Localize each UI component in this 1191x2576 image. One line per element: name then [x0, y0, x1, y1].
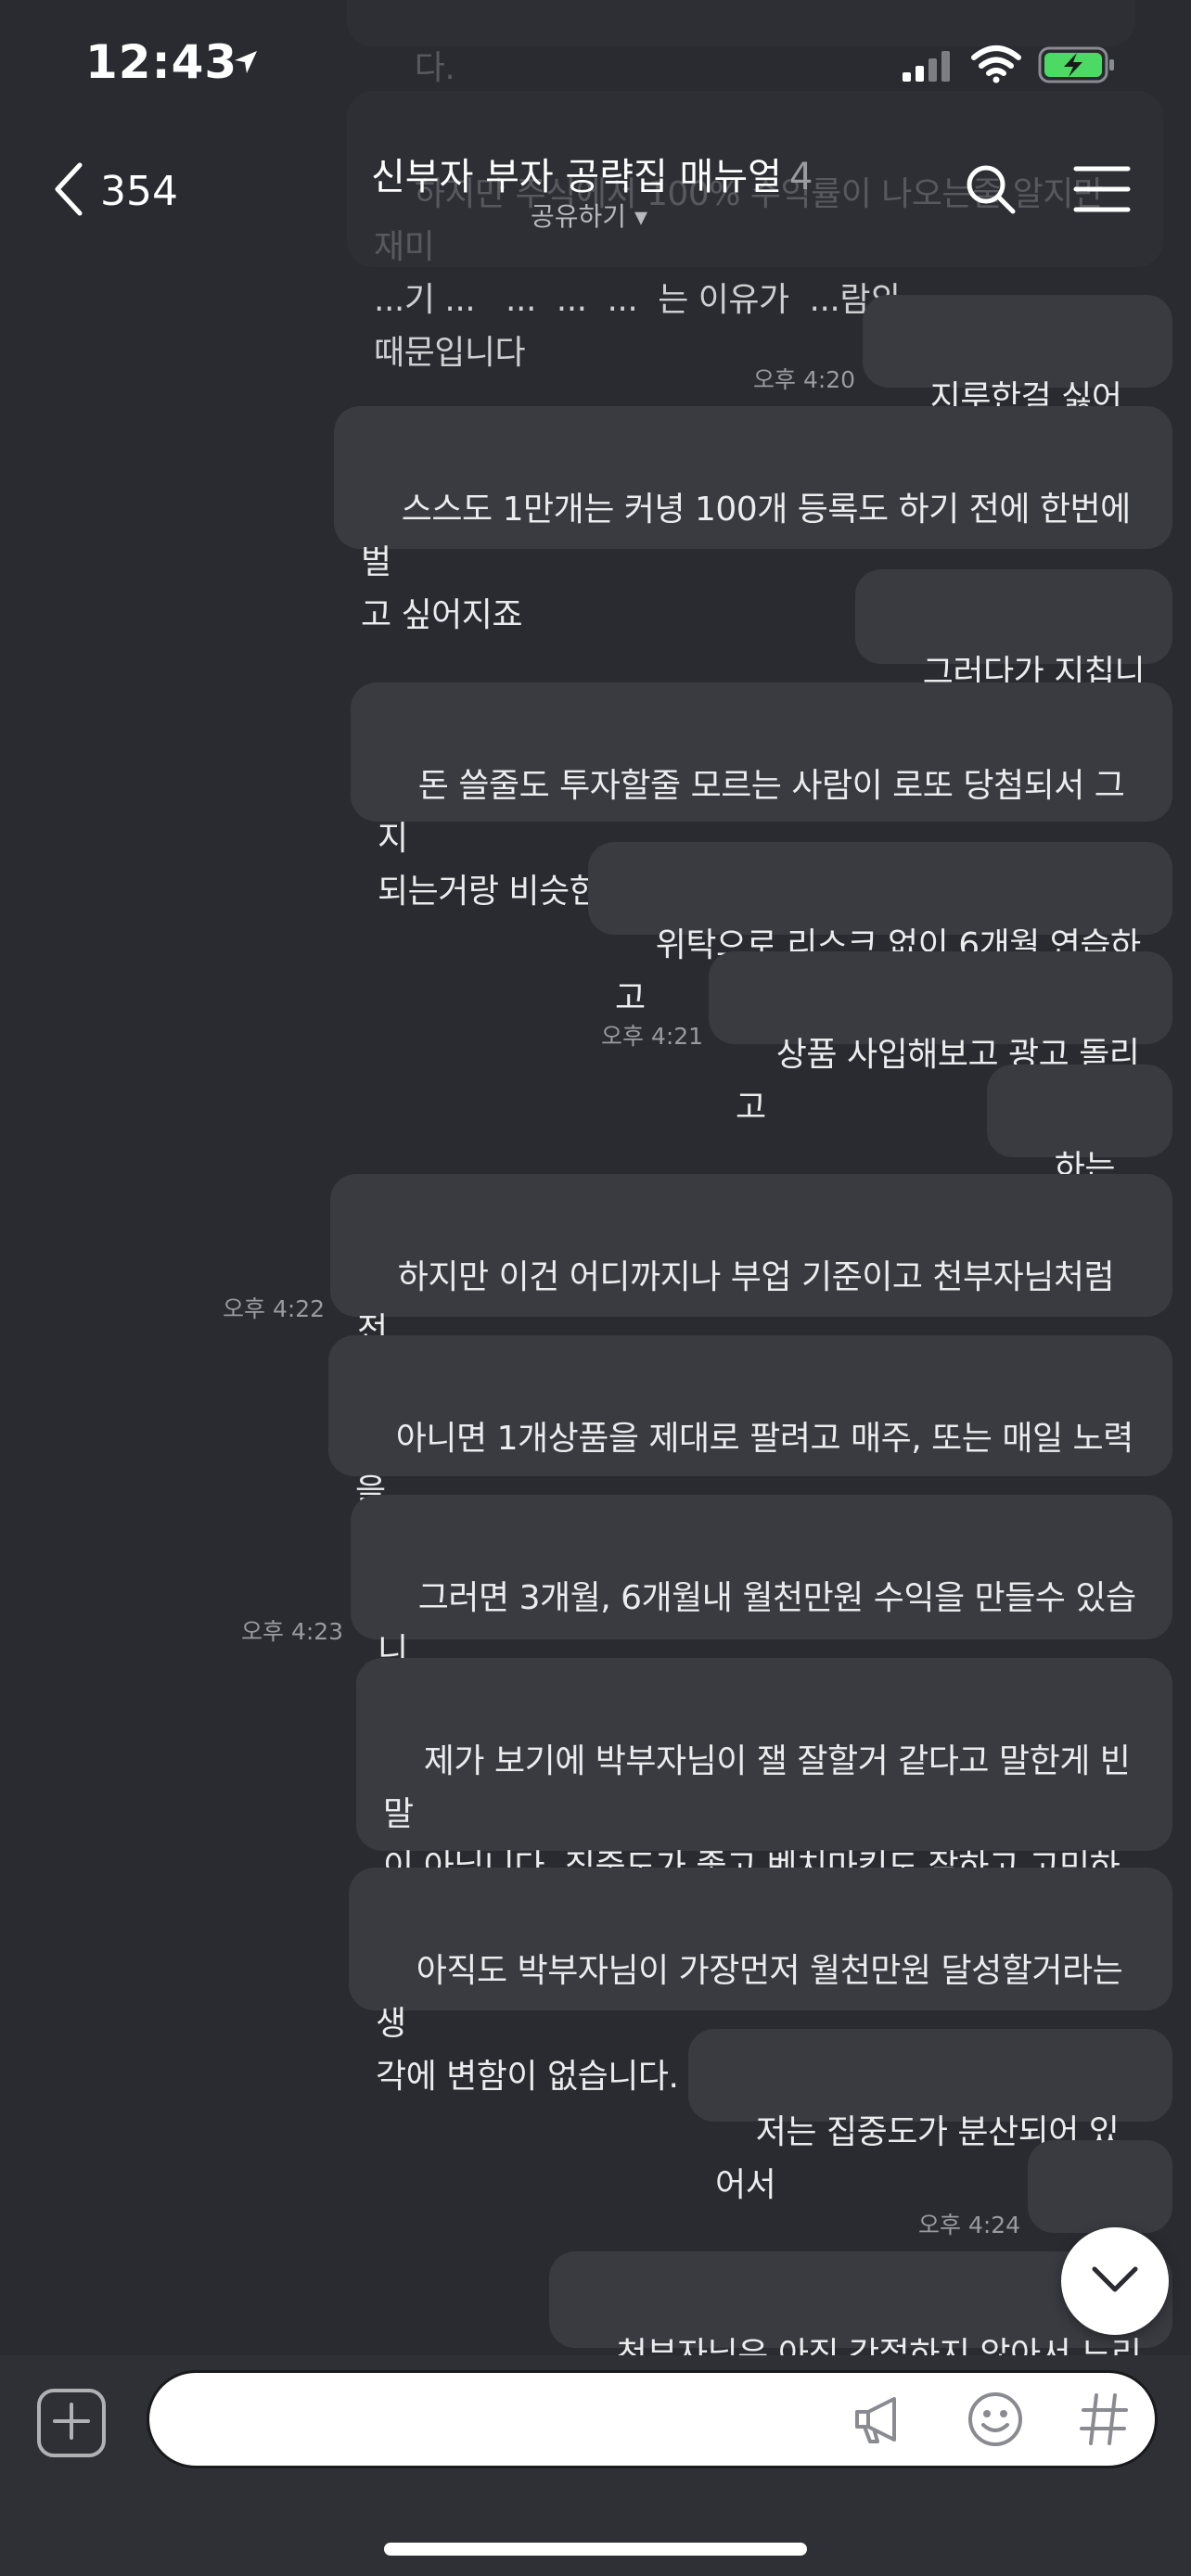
chat-title[interactable]: 신부자 부자 공략집 매뉴얼 4 [371, 147, 835, 200]
message-bubble[interactable]: 제가 보기에 박부자님이 잴 잘할거 같다고 말한게 빈말 이 아닙니다. 집중… [356, 1658, 1172, 1939]
megaphone-icon[interactable] [850, 2391, 909, 2448]
message-bubble[interactable]: 위탁으로 리스크 없이 6개월 연습하고 [588, 842, 1172, 1017]
cellular-signal-icon [900, 48, 955, 85]
home-indicator [384, 2543, 807, 2556]
message-bubble[interactable]: 하는 거죠 [987, 1065, 1172, 1240]
chat-room-name: 신부자 부자 공략집 매뉴얼 [371, 156, 782, 198]
scroll-to-bottom-button[interactable] [1061, 2227, 1169, 2335]
back-button[interactable]: 354 [52, 158, 182, 224]
message-bubble[interactable]: 하지만 이건 어디까지나 부업 기준이고 천부자님처럼 전 업이면 하루 상품 … [330, 1174, 1172, 1402]
message-bubble[interactable]: 스스도 1만개는 커녕 100개 등록도 하기 전에 한번에 벌 고 싶어지죠 [334, 406, 1172, 634]
add-attachment-button[interactable] [37, 2389, 106, 2457]
chevron-down-icon [1091, 2265, 1139, 2297]
message-bubble[interactable]: 느리고 [1028, 2140, 1172, 2315]
message-timestamp: 오후 4:23 [241, 1618, 344, 1645]
message-text: 천부자님은 아직 간절하지 않아서 느리고 [616, 2336, 1142, 2355]
message-bubble[interactable]: 아직도 박부자님이 가장먼저 월천만원 달성할거라는 생 각에 변함이 없습니다… [349, 1868, 1172, 2096]
hamburger-menu-icon[interactable] [1070, 161, 1133, 217]
message-bubble[interactable]: 지루한걸 싫어하죠 [863, 295, 1172, 470]
message-bubble[interactable]: 아니면 1개상품을 제대로 팔려고 매주, 또는 매일 노력을 해봐야합니다. [328, 1335, 1172, 1563]
share-dropdown[interactable]: 공유하기 ▾ [531, 197, 647, 234]
battery-charging-icon [1037, 45, 1117, 85]
message-bubble[interactable]: 그러면 3개월, 6개월내 월천만원 수익을 만들수 있습니 다. [351, 1495, 1172, 1723]
wifi-icon [970, 43, 1022, 85]
status-bar-time: 12:43 [85, 35, 238, 89]
chat-message-list[interactable]: 다. 하지만 주식에서 100% 수익률이 나오는줄 알지만 재미 ...기 .… [0, 0, 1191, 2355]
message-bubble[interactable]: 상품 사입해보고 광고 돌리고 [709, 951, 1172, 1127]
message-bubble[interactable]: 돈 쓸줄도 투자할줄 모르는 사람이 로또 당첨되서 그지 되는거랑 비슷한 구… [351, 682, 1172, 911]
member-count: 4 [788, 156, 813, 198]
search-icon[interactable] [961, 159, 1020, 219]
chevron-left-icon [52, 161, 83, 221]
message-timestamp: 오후 4:24 [918, 2212, 1021, 2238]
message-bubble[interactable]: 저는 집중도가 분산되어 있어서 [688, 2029, 1172, 2204]
hashtag-icon[interactable] [1074, 2389, 1133, 2450]
message-bubble[interactable]: 그러다가 지칩니다. [855, 569, 1172, 745]
message-timestamp: 오후 4:22 [223, 1295, 326, 1322]
emoji-icon[interactable] [965, 2389, 1026, 2450]
plus-icon [51, 2401, 92, 2445]
location-arrow-icon [230, 46, 262, 78]
message-timestamp: 오후 4:20 [753, 366, 856, 393]
unread-count: 354 [100, 167, 178, 215]
message-timestamp: 오후 4:21 [601, 1023, 704, 1050]
